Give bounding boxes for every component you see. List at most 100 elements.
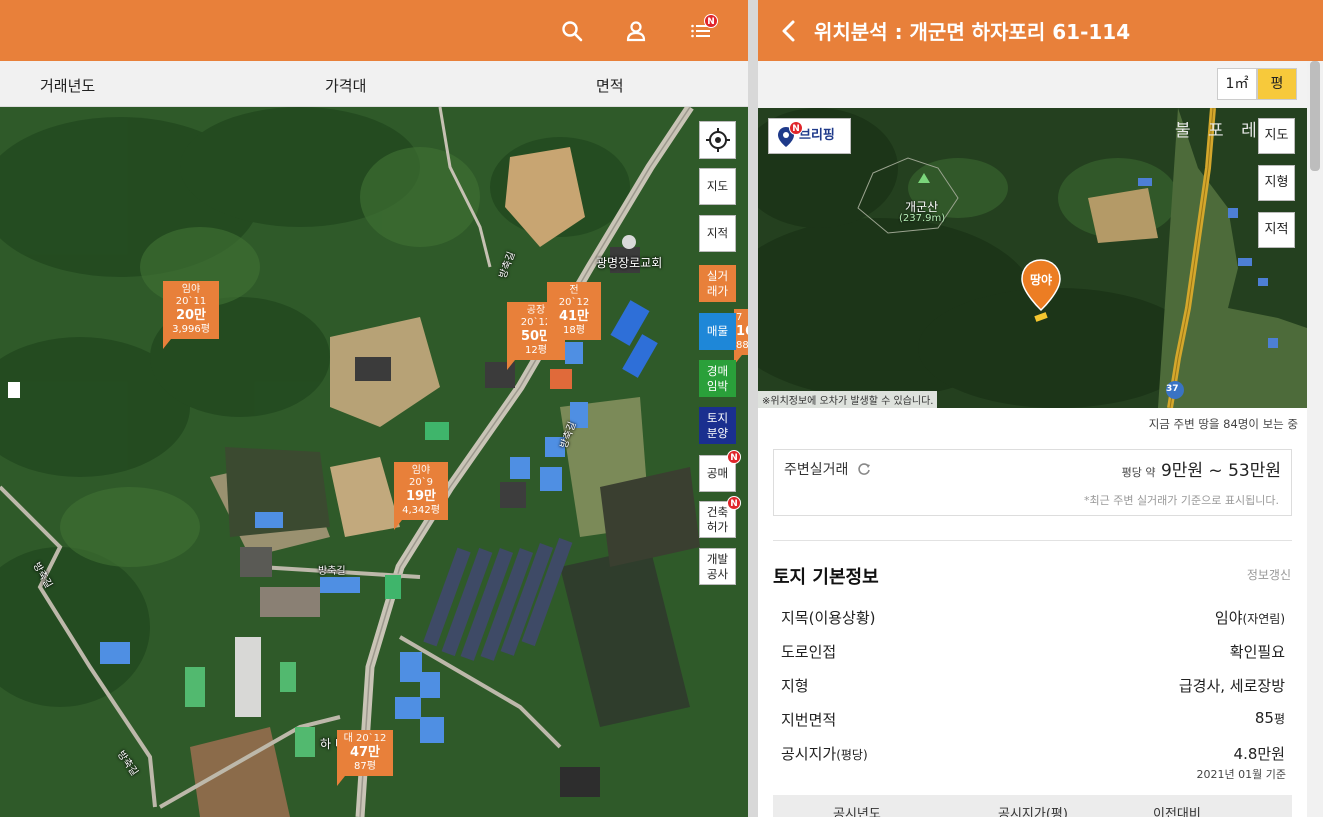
info-key: 지목(이용상황)	[781, 609, 876, 627]
col-header-change: 이전대비	[1153, 807, 1201, 817]
land-sale-button[interactable]: 토지 분양	[699, 407, 736, 444]
nearby-trade-box: 주변실거래 평당 약 9만원 ~ 53만원 *최근 주변 실거래가 기준으로 표…	[773, 449, 1292, 516]
unit-pyeong-button[interactable]: 평	[1257, 68, 1297, 100]
info-value: 확인필요	[1229, 643, 1285, 661]
listing-button[interactable]: 매물	[699, 313, 736, 350]
nearby-trade-title: 주변실거래	[784, 459, 871, 479]
price-pin[interactable]: 대 20`12 47만 87평	[337, 730, 393, 786]
pin-price: 47만	[349, 745, 381, 760]
public-sale-label: 공매	[706, 466, 729, 481]
crosshair-icon	[705, 128, 730, 152]
info-row-land-category: 지목(이용상황) 임야(자연림)	[781, 607, 1285, 633]
map-marker-icon	[1021, 259, 1061, 322]
unit-toggle-bar: 1㎡ 평	[758, 61, 1307, 108]
info-key: 도로인접	[781, 643, 837, 661]
nearby-trade-label: 주변실거래	[784, 462, 849, 478]
marker-label: 땅야	[1029, 273, 1053, 287]
building-permit-button[interactable]: 건축 허가 N	[699, 496, 741, 538]
filter-price[interactable]: 가격대	[325, 75, 366, 96]
info-key-main: 공시지가	[781, 745, 837, 763]
top-bar: N	[0, 0, 748, 61]
new-badge: N	[727, 450, 741, 464]
pin-price: 19만	[405, 489, 437, 504]
price-pin[interactable]: 임야 20`11 20만 3,996평	[163, 281, 219, 349]
price-pin-partial[interactable]: 7 16 88	[734, 309, 748, 365]
info-value-main: 임야	[1214, 609, 1243, 627]
briefing-button[interactable]: N 브리핑	[768, 118, 851, 154]
col-header-year: 공시년도	[833, 807, 881, 817]
location-minimap[interactable]: 불 포 레 개군산 (237.9m) 37 땅야 N 브리핑 지도 지형 지적 …	[758, 108, 1307, 408]
info-key-suffix: (평당)	[836, 748, 868, 762]
info-value: 85평	[1255, 709, 1285, 727]
info-row-terrain: 지형 급경사, 세로장방	[781, 675, 1285, 701]
info-value: 임야(자연림)	[1215, 607, 1285, 628]
unit-sqm-button[interactable]: 1㎡	[1217, 68, 1257, 100]
pin-type-date: 전 20`12	[558, 285, 590, 308]
auction-button[interactable]: 경매 임박	[699, 360, 736, 397]
info-value-main: 85	[1254, 709, 1274, 727]
info-value: 급경사, 세로장방	[1178, 677, 1285, 695]
refresh-icon[interactable]	[857, 462, 871, 476]
satellite-imagery	[0, 107, 748, 817]
pin-price: 16	[736, 324, 748, 339]
price-pin[interactable]: 전 20`12 41만 18평	[547, 282, 601, 350]
minimap-map-button[interactable]: 지도	[1258, 118, 1295, 154]
location-disclaimer: ※위치정보에 오차가 발생할 수 있습니다.	[758, 391, 938, 408]
divider	[773, 540, 1292, 541]
new-badge: N	[727, 496, 741, 510]
map-type-button[interactable]: 지도	[699, 168, 736, 205]
price-basis-date: 2021년 01월 기준	[1196, 768, 1286, 781]
new-badge: N	[789, 121, 803, 135]
filter-area[interactable]: 면적	[596, 75, 624, 96]
search-icon[interactable]	[558, 17, 586, 45]
pin-type-date: 대 20`12	[343, 733, 387, 744]
cadastral-button[interactable]: 지적	[699, 215, 736, 252]
filter-bar: 거래년도 가격대 면적	[0, 61, 748, 107]
nearby-price-range: 평당 약 9만원 ~ 53만원	[1122, 456, 1281, 481]
real-trade-price-button[interactable]: 실거 래가	[699, 265, 736, 302]
pin-area: 3,996평	[172, 323, 210, 335]
location-analysis-panel: 위치분석 : 개군면 하자포리 61-114 1㎡ 평 불 포 레 개군산 (2…	[758, 0, 1323, 817]
satellite-map[interactable]: 광명장로교회 하 미 방축길 방축길 방축길 방축길 방축길 임야 20`11 …	[0, 107, 748, 817]
pane-divider[interactable]	[748, 0, 758, 817]
pin-price: 41만	[558, 309, 590, 324]
panel-title: 위치분석 : 개군면 하자포리 61-114	[814, 20, 1131, 44]
section-title: 토지 기본정보	[773, 567, 879, 588]
info-value-suffix: (자연림)	[1242, 612, 1285, 626]
info-value: 4.8만원	[1233, 745, 1285, 763]
filter-year[interactable]: 거래년도	[40, 75, 95, 96]
public-sale-button[interactable]: 공매 N	[699, 450, 741, 492]
info-value-suffix: 평	[1273, 712, 1285, 726]
development-notice-button[interactable]: 개발 공사	[699, 548, 736, 585]
my-location-button[interactable]	[699, 121, 736, 159]
scrollbar-thumb[interactable]	[1310, 61, 1320, 171]
info-row-lot-area: 지번면적 85평	[781, 709, 1285, 735]
price-prefix: 평당 약	[1121, 466, 1156, 479]
church-icon	[622, 235, 636, 249]
price-range: 9만원 ~ 53만원	[1160, 461, 1281, 481]
pin-type-date: 임야 20`11	[175, 284, 207, 307]
pin-price: 20만	[175, 308, 207, 323]
pin-type-date: 7	[736, 312, 743, 323]
building-permit-label: 건축 허가	[706, 505, 729, 534]
parcel-marker[interactable]: 땅야	[1020, 258, 1062, 324]
place-label-church: 광명장로교회	[596, 256, 663, 270]
notification-badge: N	[704, 14, 718, 28]
back-arrow-icon[interactable]	[778, 18, 800, 44]
update-info-link[interactable]: 정보갱신	[1247, 566, 1291, 583]
pin-type-date: 임야 20`9	[408, 465, 434, 488]
minimap-terrain-button[interactable]: 지형	[1258, 165, 1295, 201]
road-label: 방축길	[318, 566, 346, 577]
pin-area: 18평	[563, 324, 585, 336]
user-icon[interactable]	[622, 17, 650, 45]
price-pin[interactable]: 임야 20`9 19만 4,342평	[394, 462, 448, 530]
info-row-road-access: 도로인접 확인필요	[781, 641, 1285, 667]
menu-list-icon[interactable]: N	[688, 14, 718, 45]
pin-area: 4,342평	[402, 504, 440, 516]
app: N 거래년도 가격대 면적 광명장로교회 하 미 방축길 방축길 방축길 방축길…	[0, 0, 1323, 817]
info-key: 공시지가(평당)	[781, 743, 868, 764]
minimap-cadastral-button[interactable]: 지적	[1258, 212, 1295, 248]
panel-header: 위치분석 : 개군면 하자포리 61-114	[758, 0, 1323, 61]
scrollbar[interactable]	[1307, 61, 1323, 817]
briefing-label: 브리핑	[799, 128, 835, 143]
